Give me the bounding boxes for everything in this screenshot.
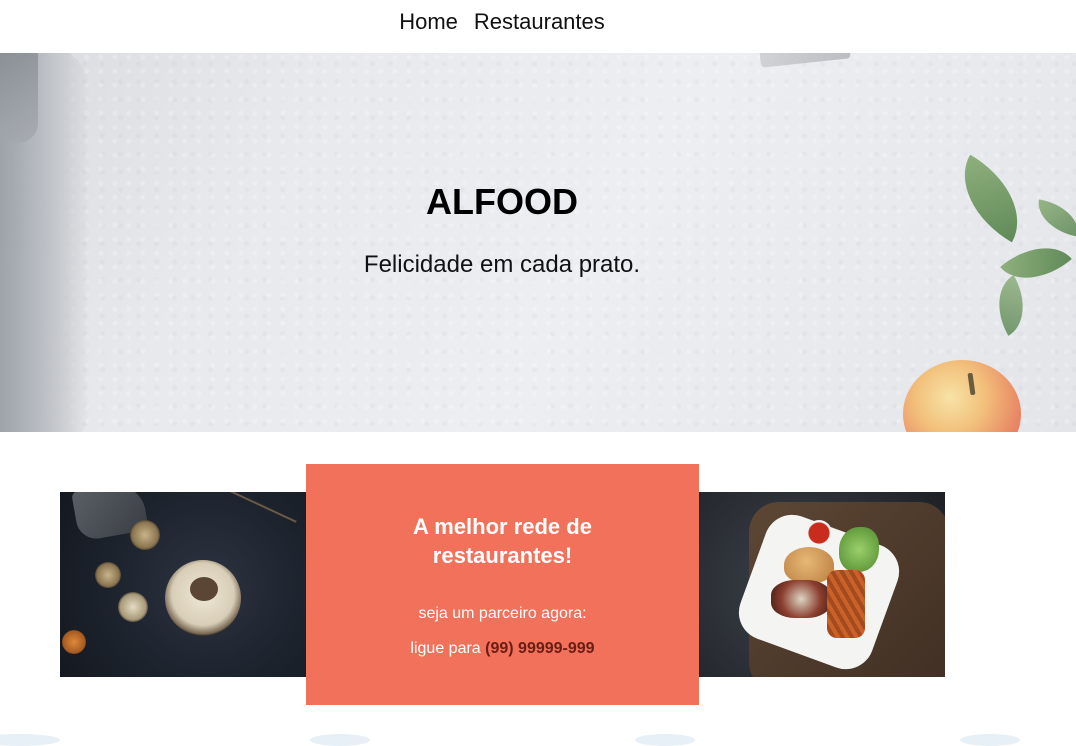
bowl: [130, 520, 160, 550]
promo-partner-text: seja um parceiro agora:: [418, 605, 587, 622]
food-photo-burger: [699, 492, 945, 677]
lettuce: [839, 527, 879, 572]
promo-call-text: ligue para (99) 99999-999: [306, 640, 699, 658]
food-photo-dessert: [60, 492, 306, 677]
bowl: [118, 592, 148, 622]
next-section-hint: [0, 734, 60, 746]
hero-subtitle: Felicidade em cada prato.: [363, 251, 641, 278]
promo-title: A melhor rede de restaurantes!: [413, 514, 592, 568]
sauce-bowl: [806, 520, 832, 546]
bowl: [62, 630, 86, 654]
linen-cloth-image: [0, 53, 90, 432]
nav-link-home[interactable]: Home: [399, 9, 458, 34]
hero-background-texture: [0, 53, 1076, 432]
cake-topping: [190, 577, 218, 601]
burger-filling: [771, 580, 831, 618]
next-section-hint: [635, 734, 695, 746]
fries: [827, 570, 865, 638]
branch-decoration: [223, 492, 297, 523]
phone-number[interactable]: (99) 99999-999: [485, 640, 594, 657]
nav-link-restaurantes[interactable]: Restaurantes: [474, 9, 605, 34]
nav-item-home: Home: [399, 9, 458, 35]
next-section-hint: [960, 734, 1020, 746]
next-section-hint: [310, 734, 370, 746]
promo-card: A melhor rede de restaurantes! seja um p…: [306, 464, 699, 705]
hero-title: ALFOOD: [426, 181, 578, 222]
promo-call-prefix: ligue para: [410, 640, 486, 657]
nav-list: Home Restaurantes: [399, 9, 605, 35]
cloth-fold: [0, 53, 38, 143]
hero-banner: ALFOOD Felicidade em cada prato.: [0, 53, 1076, 432]
bowl: [95, 562, 121, 588]
top-navigation: Home Restaurantes: [0, 0, 1076, 53]
nav-item-restaurantes: Restaurantes: [474, 9, 605, 35]
